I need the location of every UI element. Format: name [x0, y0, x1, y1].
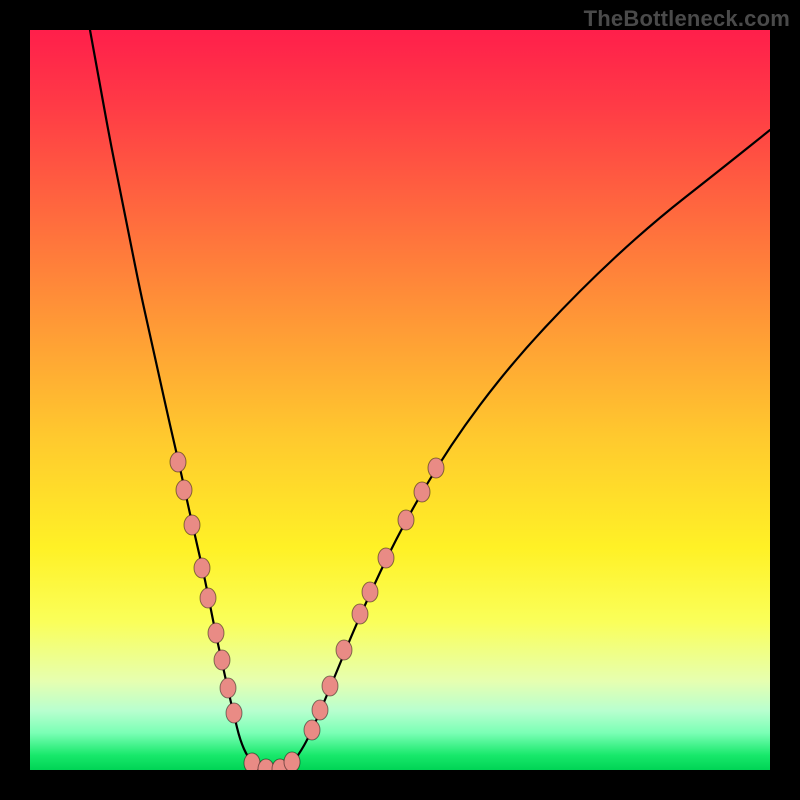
plot-area — [30, 30, 770, 770]
watermark-label: TheBottleneck.com — [584, 6, 790, 32]
bead-marker — [220, 678, 236, 698]
bead-marker — [398, 510, 414, 530]
bead-marker — [170, 452, 186, 472]
bead-marker — [312, 700, 328, 720]
bead-marker — [428, 458, 444, 478]
bead-marker — [336, 640, 352, 660]
bead-marker — [226, 703, 242, 723]
curve-layer — [30, 30, 770, 770]
bead-marker — [362, 582, 378, 602]
bead-marker — [414, 482, 430, 502]
bead-marker — [352, 604, 368, 624]
bead-marker — [200, 588, 216, 608]
chart-frame: TheBottleneck.com — [0, 0, 800, 800]
bead-marker — [214, 650, 230, 670]
bead-marker — [322, 676, 338, 696]
bead-marker — [304, 720, 320, 740]
bead-marker — [208, 623, 224, 643]
bead-marker — [176, 480, 192, 500]
bead-marker — [284, 752, 300, 770]
bead-marker — [378, 548, 394, 568]
bead-marker — [194, 558, 210, 578]
bottleneck-curve — [90, 30, 770, 770]
bead-marker — [184, 515, 200, 535]
